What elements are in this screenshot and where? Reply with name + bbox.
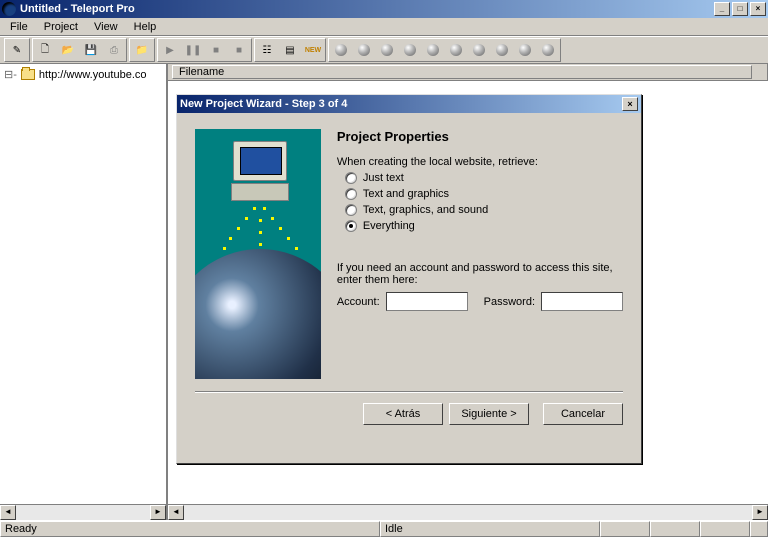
stop-icon[interactable]: ■ [205,40,227,60]
scroll-left-icon[interactable]: ◄ [0,505,16,520]
radio-icon [345,172,357,184]
save-all-icon[interactable]: ⎙ [103,40,125,60]
radio-icon [345,188,357,200]
scroll-right-icon[interactable]: ► [752,505,768,520]
retrieve-prompt: When creating the local website, retriev… [337,156,623,168]
radio-label: Text and graphics [363,188,449,200]
password-input[interactable] [541,292,623,311]
radio-just-text[interactable]: Just text [345,172,623,184]
left-hscroll[interactable]: ◄ ► [0,504,166,520]
account-label: Account: [337,296,380,308]
folder-icon [21,69,35,80]
account-input[interactable] [386,292,468,311]
maximize-button[interactable]: □ [732,2,748,16]
tree-item[interactable]: ⊟- http://www.youtube.co [4,68,162,81]
tree-pane: ⊟- http://www.youtube.co ◄ ► [0,64,168,520]
pause-icon[interactable]: ❚❚ [182,40,204,60]
scroll-left-icon[interactable]: ◄ [168,505,184,520]
nav-sphere-6-icon[interactable] [445,40,467,60]
cancel-button[interactable]: Cancelar [543,403,623,425]
nav-sphere-8-icon[interactable] [491,40,513,60]
details-view-icon[interactable]: ▤ [279,40,301,60]
save-icon[interactable]: 💾 [80,40,102,60]
radio-text-graphics-sound[interactable]: Text, graphics, and sound [345,204,623,216]
password-label: Password: [484,296,535,308]
radio-everything[interactable]: Everything [345,220,623,232]
minimize-button[interactable]: _ [714,2,730,16]
col-filename[interactable]: Filename [172,65,752,79]
folder-icon[interactable]: 📁 [131,40,153,60]
dialog-titlebar[interactable]: New Project Wizard - Step 3 of 4 × [177,95,641,113]
wizard-dialog: New Project Wizard - Step 3 of 4 × Proje… [176,94,642,464]
list-view-icon[interactable]: ☷ [256,40,278,60]
right-hscroll[interactable]: ◄ ► [168,504,768,520]
next-button[interactable]: Siguiente > [449,403,529,425]
tree-item-label: http://www.youtube.co [39,69,147,81]
close-button[interactable]: × [750,2,766,16]
edit-icon[interactable]: ✎ [6,40,28,60]
main-titlebar: Untitled - Teleport Pro _ □ × [0,0,768,18]
toolbar: ✎ 🗋 📂 💾 ⎙ 📁 ▶ ❚❚ ■ ■ ☷ ▤ NEW [0,36,768,64]
new-file-icon[interactable]: 🗋 [34,40,56,60]
status-cell-1 [600,521,650,537]
nav-sphere-7-icon[interactable] [468,40,490,60]
status-idle: Idle [380,521,600,537]
back-button[interactable]: < Atrás [363,403,443,425]
status-cell-3 [700,521,750,537]
radio-label: Just text [363,172,404,184]
nav-sphere-3-icon[interactable] [376,40,398,60]
radio-label: Everything [363,220,415,232]
menu-file[interactable]: File [4,20,34,34]
window-title: Untitled - Teleport Pro [20,3,135,15]
nav-sphere-2-icon[interactable] [353,40,375,60]
dialog-heading: Project Properties [337,129,623,144]
menu-project[interactable]: Project [38,20,84,34]
play-icon[interactable]: ▶ [159,40,181,60]
radio-label: Text, graphics, and sound [363,204,488,216]
menu-help[interactable]: Help [128,20,163,34]
menubar: File Project View Help [0,18,768,36]
wizard-image [195,129,321,379]
scroll-right-icon[interactable]: ► [150,505,166,520]
menu-view[interactable]: View [88,20,124,34]
radio-text-graphics[interactable]: Text and graphics [345,188,623,200]
nav-sphere-10-icon[interactable] [537,40,559,60]
status-cell-2 [650,521,700,537]
nav-sphere-1-icon[interactable] [330,40,352,60]
radio-icon [345,204,357,216]
nav-sphere-5-icon[interactable] [422,40,444,60]
app-icon [2,2,16,16]
nav-sphere-9-icon[interactable] [514,40,536,60]
statusbar: Ready Idle [0,520,768,537]
open-icon[interactable]: 📂 [57,40,79,60]
abort-icon[interactable]: ■ [228,40,250,60]
dialog-title: New Project Wizard - Step 3 of 4 [180,98,347,110]
resize-grip-icon[interactable] [750,521,768,537]
account-prompt: If you need an account and password to a… [337,262,623,286]
nav-sphere-4-icon[interactable] [399,40,421,60]
radio-icon [345,220,357,232]
dialog-close-button[interactable]: × [622,97,638,111]
new-feature-icon[interactable]: NEW [302,40,324,60]
status-ready: Ready [0,521,380,537]
